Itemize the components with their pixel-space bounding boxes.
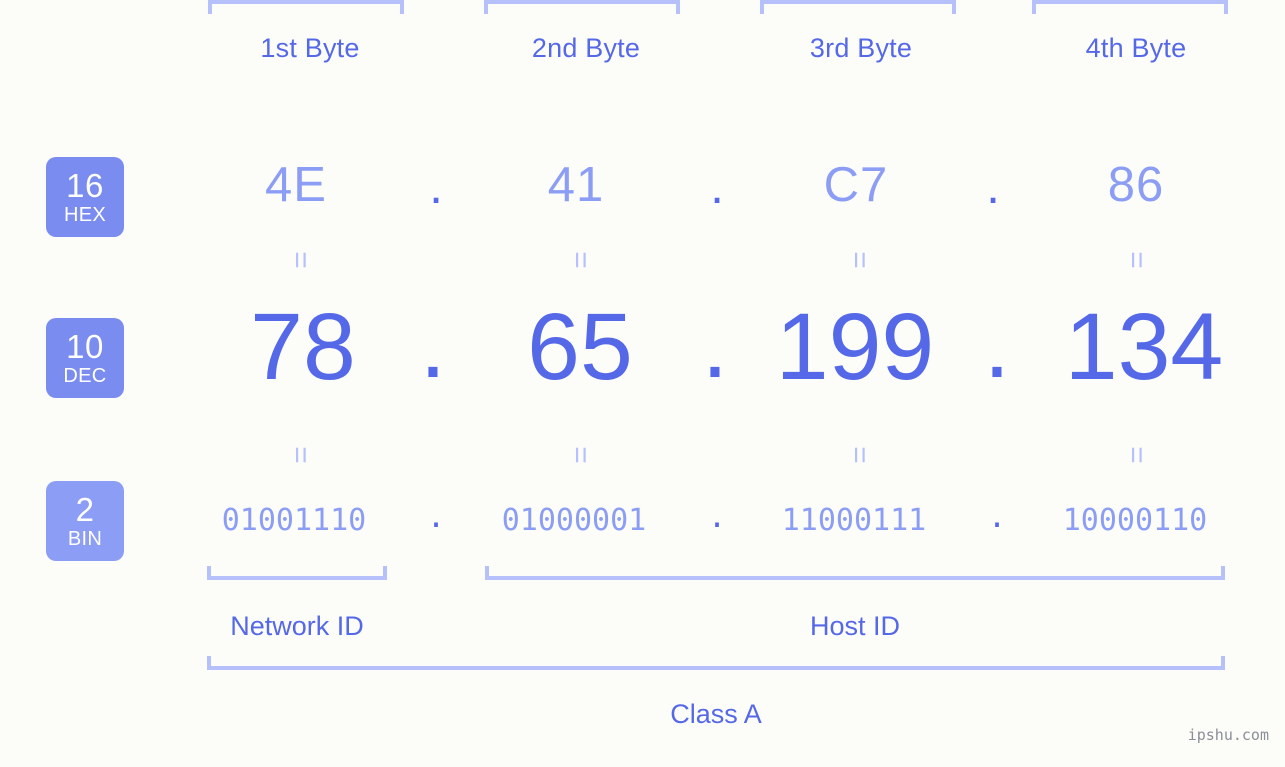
ip-breakdown-diagram: 1st Byte 2nd Byte 3rd Byte 4th Byte 16 H… (0, 0, 1285, 767)
byte-header-2: 2nd Byte (531, 33, 641, 63)
host-id-bracket (485, 566, 1225, 580)
byte-bracket-4 (1032, 0, 1228, 14)
hex-byte-2: 41 (547, 158, 605, 212)
dec-separator-1: . (419, 292, 447, 398)
equals-connector-hex-dec-1: = (284, 251, 317, 269)
bin-byte-4: 10000110 (1062, 503, 1208, 538)
radix-badge-dec-word: DEC (63, 365, 107, 387)
equals-connector-hex-dec-3: = (843, 251, 876, 269)
bin-byte-2: 01000001 (501, 503, 647, 538)
equals-connector-dec-bin-1: = (284, 446, 317, 464)
dec-byte-2: 65 (527, 294, 633, 400)
dec-byte-1: 78 (250, 294, 356, 400)
byte-bracket-1 (208, 0, 404, 14)
radix-badge-hex: 16 HEX (46, 157, 124, 237)
network-id-bracket (207, 566, 387, 580)
equals-connector-dec-bin-3: = (843, 446, 876, 464)
bin-separator-1: . (426, 500, 446, 535)
byte-bracket-2 (484, 0, 680, 14)
byte-header-1: 1st Byte (260, 33, 360, 63)
radix-badge-hex-number: 16 (66, 167, 104, 204)
radix-badge-bin-word: BIN (67, 528, 103, 550)
hex-separator-1: . (429, 160, 443, 214)
bin-byte-3: 11000111 (781, 503, 927, 538)
byte-header-4: 4th Byte (1085, 33, 1187, 63)
equals-connector-dec-bin-4: = (1120, 446, 1153, 464)
equals-connector-dec-bin-2: = (564, 446, 597, 464)
byte-header-3: 3rd Byte (809, 33, 913, 63)
dec-separator-3: . (983, 292, 1011, 398)
equals-connector-hex-dec-4: = (1120, 251, 1153, 269)
radix-badge-hex-word: HEX (63, 204, 107, 226)
dec-byte-4: 134 (1064, 294, 1224, 400)
hex-separator-2: . (710, 160, 724, 214)
radix-badge-bin-number: 2 (75, 491, 95, 528)
bin-byte-1: 01001110 (221, 503, 367, 538)
site-watermark: ipshu.com (1187, 726, 1269, 744)
equals-connector-hex-dec-2: = (564, 251, 597, 269)
class-label: Class A (670, 699, 762, 729)
host-id-label: Host ID (809, 611, 901, 641)
bin-separator-2: . (707, 500, 727, 535)
hex-separator-3: . (986, 160, 1000, 214)
network-id-label: Network ID (230, 611, 364, 641)
dec-separator-2: . (701, 292, 729, 398)
bin-separator-3: . (987, 500, 1007, 535)
byte-bracket-3 (760, 0, 956, 14)
radix-badge-dec-number: 10 (66, 328, 104, 365)
hex-byte-3: C7 (823, 158, 889, 212)
hex-byte-1: 4E (265, 158, 327, 212)
dec-byte-3: 199 (775, 294, 935, 400)
hex-byte-4: 86 (1107, 158, 1165, 212)
class-bracket (207, 656, 1225, 670)
radix-badge-dec: 10 DEC (46, 318, 124, 398)
radix-badge-bin: 2 BIN (46, 481, 124, 561)
